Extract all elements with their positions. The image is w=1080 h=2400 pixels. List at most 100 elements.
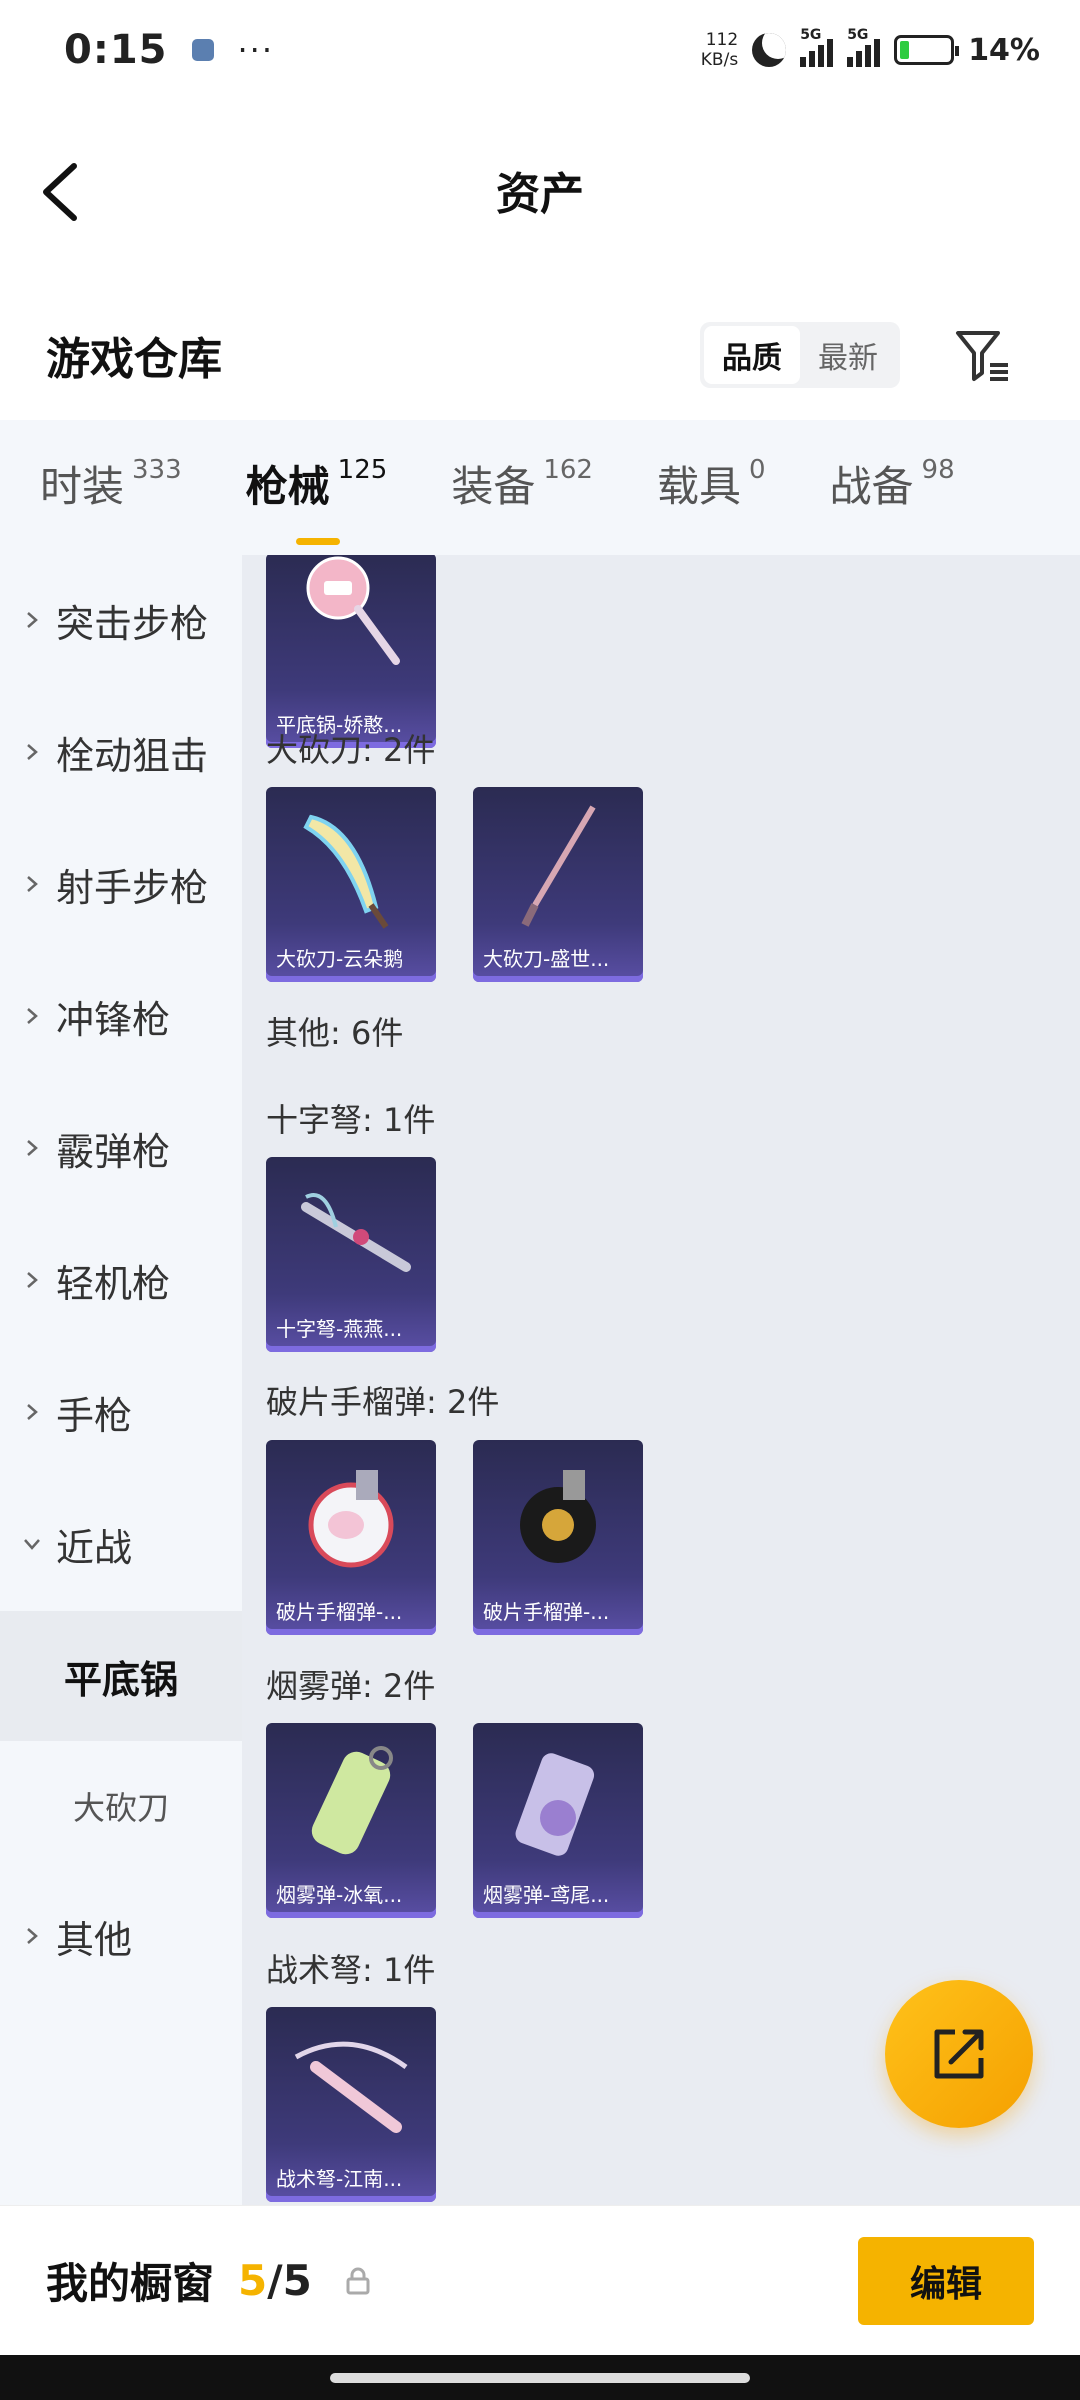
app-notification-icon [191,39,214,61]
tab-tactical[interactable]: 战备 98 [830,453,955,523]
sidebar-item-label: 突击步枪 [56,601,209,646]
net-speed: 112 KB/s [701,30,738,70]
smoke-grenade-image [515,1753,595,1856]
tab-count: 98 [921,454,955,485]
share-button[interactable] [885,1980,1033,2128]
tab-label: 战备 [829,461,914,511]
tab-label: 时装 [40,461,125,511]
machete-image [303,814,389,929]
tab-firearms[interactable]: 枪械 125 [245,453,388,545]
chevron-right-icon [27,1404,38,1420]
grenade-image [308,1470,394,1568]
item-card-caption: 破片手榴弹-... [483,1600,610,1624]
item-card-grenade-1[interactable]: 破片手榴弹-... [266,1440,436,1635]
item-card-grenade-2[interactable]: 破片手榴弹-... [473,1440,643,1635]
smoke-grenade-image [311,1746,393,1855]
sidebar-item-assault-rifle[interactable]: 突击步枪 [0,555,242,685]
signal-icon-2: 5G [847,27,881,67]
item-card-machete-1[interactable]: 大砍刀-云朵鹅 [266,787,436,982]
frying-pan-image [306,556,400,665]
item-card-machete-2[interactable]: 大砍刀-盛世... [473,787,643,982]
net-speed-unit: KB/s [700,50,739,70]
sidebar-item-melee[interactable]: 近战 [0,1479,242,1609]
showcase-label: 我的橱窗 [46,2259,215,2308]
item-card-caption: 大砍刀-云朵鹅 [276,947,404,971]
showcase-separator: / [267,2256,283,2305]
home-indicator[interactable] [330,2372,750,2383]
page-header: 资产 [0,140,1080,240]
sidebar-item-shotgun[interactable]: 霰弹枪 [0,1083,242,1213]
battery-icon [894,35,960,65]
do-not-disturb-icon [752,33,787,67]
sidebar-item-smg[interactable]: 冲锋枪 [0,951,242,1081]
item-card-caption: 十字弩-燕燕... [276,1317,403,1341]
sidebar-item-label: 冲锋枪 [56,997,171,1042]
sidebar-item-marksman-rifle[interactable]: 射手步枪 [0,819,242,949]
sidebar-item-lmg[interactable]: 轻机枪 [0,1215,242,1345]
chevron-right-icon [27,876,38,892]
tab-count: 162 [543,454,593,485]
sidebar-item-label: 轻机枪 [56,1261,171,1306]
weapon-type-sidebar: 突击步枪 栓动狙击 射手步枪 冲锋枪 霰弹枪 轻机枪 手枪 近战 平底锅 大砍刀… [0,555,242,2205]
machete-image [521,805,596,927]
chevron-right-icon [27,1008,38,1024]
group-title-crossbow: 十字弩: 1件 [266,1101,436,1139]
showcase-count: 5/5 [238,2256,312,2305]
group-title-machete: 大砍刀: 2件 [266,731,436,769]
item-card-caption: 破片手榴弹-... [276,1600,403,1624]
sort-quality-button[interactable]: 品质 [704,326,800,384]
filter-icon[interactable] [952,325,1012,385]
sidebar-item-other[interactable]: 其他 [0,1871,242,2001]
group-title-other: 其他: 6件 [266,1014,404,1052]
warehouse-header: 游戏仓库 品质 最新 [0,315,1080,395]
chevron-right-icon [27,1928,38,1944]
system-nav-bar [0,2355,1080,2400]
tab-label: 枪械 [245,461,330,511]
tab-vehicles[interactable]: 载具 0 [657,453,766,523]
chevron-right-icon [27,612,38,628]
battery-percent: 14% [968,32,1040,68]
status-right: 112 KB/s 5G 5G 14% [701,27,1040,70]
sort-toggle: 品质 最新 [700,322,900,388]
sidebar-item-pistol[interactable]: 手枪 [0,1347,242,1477]
item-card-tactical-crossbow[interactable]: 战术弩-江南... [266,2007,436,2202]
chevron-right-icon [27,1272,38,1288]
sidebar-item-label: 近战 [56,1525,133,1570]
chevron-right-icon [27,1140,38,1156]
showcase-max: 5 [282,2256,312,2305]
item-card-caption: 战术弩-江南... [276,2167,403,2191]
share-icon [934,2029,984,2079]
item-card-smoke-1[interactable]: 烟雾弹-冰氧... [266,1723,436,1918]
sidebar-subitem-label: 平底锅 [63,1657,178,1702]
lock-icon [346,2267,370,2294]
active-tab-indicator [295,537,340,545]
showcase-current: 5 [238,2256,268,2305]
status-left: 0:15 ··· [64,27,274,73]
tab-equipment[interactable]: 装备 162 [451,453,593,523]
item-card-pan[interactable]: 平底锅-娇憨... [266,555,436,748]
back-arrow-icon[interactable] [38,162,88,222]
tab-fashion[interactable]: 时装 333 [40,453,182,523]
status-time: 0:15 [64,27,168,73]
network-type-2: 5G [847,27,869,43]
sidebar-subitem-pan[interactable]: 平底锅 [0,1611,242,1741]
sidebar-subitem-machete[interactable]: 大砍刀 [0,1741,242,1871]
item-card-smoke-2[interactable]: 烟雾弹-鸢尾... [473,1723,643,1918]
sort-newest-button[interactable]: 最新 [800,326,896,384]
item-card-caption: 烟雾弹-冰氧... [276,1883,403,1907]
sidebar-item-label: 栓动狙击 [56,733,209,778]
more-notifications-icon: ··· [237,31,275,69]
tab-count: 125 [337,454,388,485]
signal-icon: 5G [800,27,834,67]
chevron-right-icon [27,744,38,760]
item-grid: 平底锅-娇憨... 大砍刀: 2件 大砍刀-云朵鹅 大砍刀-盛世... 其他: … [242,555,1080,2205]
showcase-bar: 我的橱窗 5/5 编辑 [0,2205,1080,2355]
sidebar-subitem-label: 大砍刀 [72,1789,169,1827]
warehouse-title: 游戏仓库 [46,334,222,385]
sidebar-item-bolt-sniper[interactable]: 栓动狙击 [0,687,242,817]
edit-button[interactable]: 编辑 [858,2236,1034,2325]
network-type-1: 5G [800,27,822,43]
crossbow-image [301,1193,411,1272]
item-card-crossbow[interactable]: 十字弩-燕燕... [266,1157,436,1352]
group-title-tactical-crossbow: 战术弩: 1件 [266,1951,436,1989]
